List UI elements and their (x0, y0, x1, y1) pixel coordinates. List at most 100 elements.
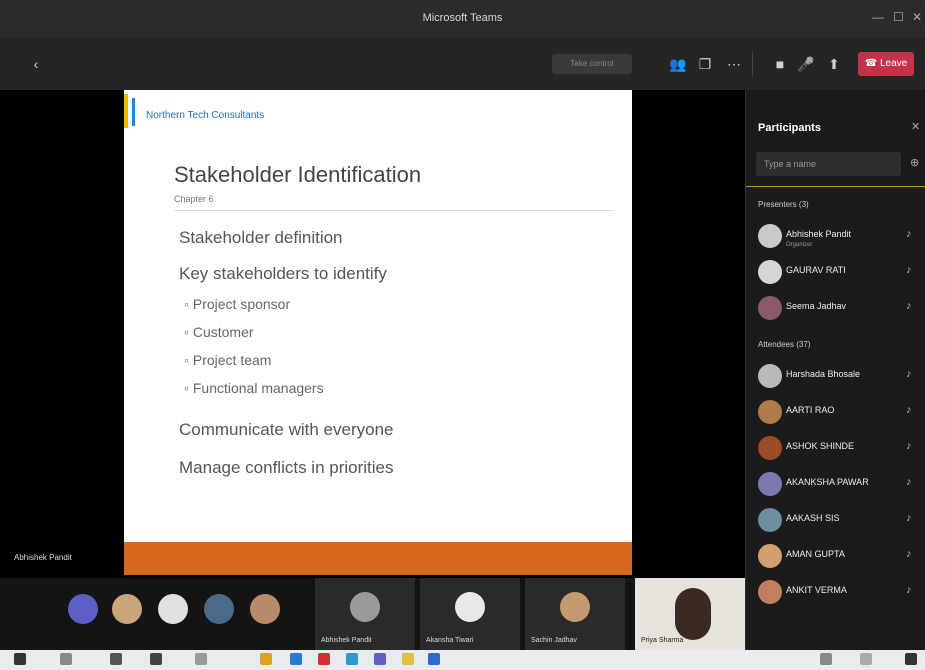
mic-on-icon: ♪ (906, 264, 912, 276)
participant-row[interactable]: Abhishek Pandit Organizer ♪ (746, 218, 925, 254)
mic-off-icon: ♪ (906, 368, 912, 380)
tile-label: Sachin Jadhav (531, 637, 577, 644)
video-tile[interactable]: Akansha Tiwari (420, 578, 520, 650)
teams-icon[interactable] (374, 653, 386, 665)
mic-off-icon: ♪ (906, 300, 912, 312)
bullet-item: Stakeholder definition (179, 228, 343, 247)
avatar[interactable] (250, 594, 280, 624)
video-tile[interactable]: Sachin Jadhav (525, 578, 625, 650)
avatar (758, 580, 782, 604)
tile-label: Abhishek Pandit (321, 637, 372, 644)
slide-footer-band (124, 542, 632, 575)
notification-icon[interactable] (905, 653, 917, 665)
participant-row[interactable]: Seema Jadhav ♪ (746, 290, 925, 326)
avatar (455, 592, 485, 622)
app-icon[interactable] (318, 653, 330, 665)
back-icon[interactable]: ‹ (26, 54, 46, 74)
leave-label: Leave (879, 58, 908, 69)
participant-row[interactable]: ASHOK SHINDE ♪ (746, 430, 925, 466)
window-title: Microsoft Teams (422, 12, 503, 24)
sub-bullet-item: ◦ Project sponsor (184, 296, 291, 312)
mic-off-icon: ♪ (906, 512, 912, 524)
microphone-icon[interactable]: 🎤 (796, 54, 816, 74)
avatar (350, 592, 380, 622)
add-participant-icon[interactable]: ⊕ (910, 156, 919, 169)
meeting-toolbar: ‹ Take control 👥 ❐ ⋯ ■ 🎤 ⬆ ☎ Leave (0, 38, 925, 90)
title-bar: Microsoft Teams — ☐ ✕ (0, 0, 925, 38)
presenters-section-label: Presenters (3) (758, 200, 809, 209)
leave-button[interactable]: ☎ Leave (858, 52, 914, 76)
participant-name: Seema Jadhav (786, 301, 847, 311)
participant-name: AMAN GUPTA (786, 549, 845, 559)
mic-off-icon: ♪ (906, 440, 912, 452)
avatar[interactable] (158, 594, 188, 624)
slide-subtitle: Chapter 6 (174, 194, 214, 204)
search-icon[interactable] (60, 653, 72, 665)
mic-off-icon: ♪ (906, 548, 912, 560)
mic-off-icon: ♪ (906, 228, 912, 240)
presenter-name-label: Abhishek Pandit (14, 553, 72, 562)
close-panel-icon[interactable]: ✕ (911, 120, 920, 133)
avatar (758, 508, 782, 532)
title-rule (174, 210, 614, 211)
sub-bullet-item: ◦ Functional managers (184, 380, 324, 396)
participant-row[interactable]: Harshada Bhosale ♪ (746, 358, 925, 394)
participant-row[interactable]: AAKASH SIS ♪ (746, 502, 925, 538)
chrome-icon[interactable] (150, 653, 162, 665)
app-icon[interactable] (346, 653, 358, 665)
participant-name: ANKIT VERMA (786, 585, 847, 595)
avatar (758, 260, 782, 284)
avatar (758, 436, 782, 460)
app-icon[interactable] (290, 653, 302, 665)
avatar (560, 592, 590, 622)
panel-title: Participants (758, 122, 821, 134)
app-icon[interactable] (402, 653, 414, 665)
camera-person (675, 588, 711, 640)
participant-row[interactable]: AKANKSHA PAWAR ♪ (746, 466, 925, 502)
participants-icon[interactable]: 👥 (668, 54, 688, 74)
self-video-tile[interactable]: Priya Sharma (635, 578, 745, 650)
minimize-icon[interactable]: — (872, 10, 884, 24)
tray-icon[interactable] (820, 653, 832, 665)
participant-row[interactable]: AMAN GUPTA ♪ (746, 538, 925, 574)
files-icon[interactable] (195, 653, 207, 665)
maximize-icon[interactable]: ☐ (893, 10, 904, 24)
avatar[interactable] (68, 594, 98, 624)
app-icon[interactable] (428, 653, 440, 665)
video-tile[interactable]: Abhishek Pandit (315, 578, 415, 650)
chat-bubble-icon[interactable]: ❐ (695, 54, 715, 74)
avatar (758, 296, 782, 320)
start-icon[interactable] (14, 653, 26, 665)
participant-search-input[interactable]: Type a name (756, 152, 901, 176)
logo-accent-blue (132, 98, 135, 126)
video-icon[interactable]: ■ (770, 54, 790, 74)
avatar (758, 224, 782, 248)
attendees-section-label: Attendees (37) (758, 340, 811, 349)
app-icon[interactable] (260, 653, 272, 665)
avatar[interactable] (204, 594, 234, 624)
participant-name: ASHOK SHINDE (786, 441, 855, 451)
mic-off-icon: ♪ (906, 476, 912, 488)
share-icon[interactable]: ⬆ (824, 54, 844, 74)
close-icon[interactable]: ✕ (912, 10, 922, 24)
clock-icon[interactable] (860, 653, 872, 665)
mic-off-icon: ♪ (906, 584, 912, 596)
task-view-icon[interactable] (110, 653, 122, 665)
avatar[interactable] (112, 594, 142, 624)
participant-role: Organizer (786, 242, 813, 248)
participant-row[interactable]: GAURAV RATI ♪ (746, 254, 925, 290)
participant-name: Harshada Bhosale (786, 369, 861, 379)
avatar (758, 472, 782, 496)
participant-row[interactable]: ANKIT VERMA ♪ (746, 574, 925, 610)
phone-icon: ☎ (864, 58, 880, 69)
more-options-icon[interactable]: ⋯ (724, 54, 744, 74)
tile-label: Priya Sharma (641, 637, 684, 644)
avatar (758, 400, 782, 424)
take-control-button[interactable]: Take control (552, 54, 632, 74)
toolbar-divider (752, 52, 753, 76)
participant-row[interactable]: AARTI RAO ♪ (746, 394, 925, 430)
shared-slide: Northern Tech Consultants Stakeholder Id… (124, 90, 632, 575)
avatar (758, 364, 782, 388)
tile-label: Akansha Tiwari (426, 637, 474, 644)
taskbar (0, 650, 925, 670)
